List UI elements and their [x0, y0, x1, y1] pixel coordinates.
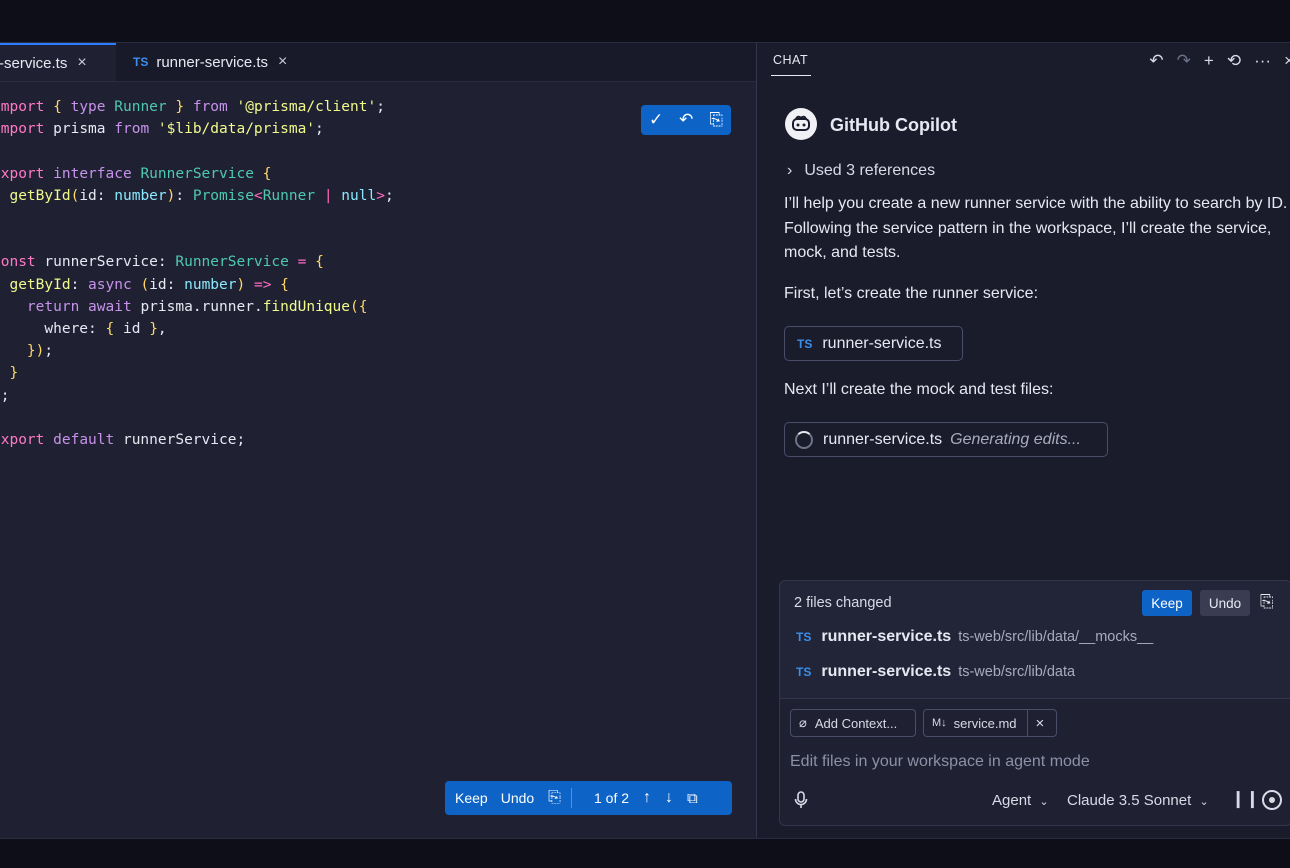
mode-dropdown[interactable]: Agent ⌄ — [992, 792, 1049, 809]
accept-icon[interactable]: ✓ — [649, 110, 663, 130]
add-context-button[interactable]: ⌀ Add Context... — [790, 709, 916, 737]
code-line[interactable]: const runnerService: RunnerService = { — [0, 251, 394, 273]
generating-file-chip[interactable]: runner-service.ts Generating edits... — [784, 422, 1108, 457]
undo-icon[interactable]: ↶ — [1149, 51, 1163, 71]
loading-spinner-icon — [795, 430, 813, 449]
typescript-icon: TS — [133, 55, 149, 69]
code-line[interactable]: } — [0, 362, 394, 384]
arrow-up-icon[interactable]: ↑ — [643, 789, 651, 807]
remove-context-icon[interactable]: × — [1036, 715, 1045, 732]
changed-file-row[interactable]: TS runner-service.ts ts-web/src/lib/data — [796, 663, 1075, 681]
tab-runner-service[interactable]: TS runner-service.ts × — [133, 43, 287, 81]
references-label: Used 3 references — [804, 162, 936, 179]
changed-file-name: runner-service.ts — [821, 628, 952, 645]
tab-underline — [771, 75, 811, 76]
chevron-down-icon: ⌄ — [1039, 796, 1049, 808]
paperclip-icon: ⌀ — [799, 715, 807, 730]
code-line[interactable]: export default runnerService; — [0, 429, 394, 451]
markdown-icon: M↓ — [932, 717, 947, 729]
code-line[interactable]: return await prisma.runner.findUnique({ — [0, 296, 394, 318]
chat-input-box: ⌀ Add Context... M↓ service.md × Edit fi… — [779, 698, 1290, 826]
changed-file-row[interactable]: TS runner-service.ts ts-web/src/lib/data… — [796, 628, 1153, 646]
file-chip[interactable]: TS runner-service.ts — [784, 326, 963, 361]
redo-icon[interactable]: ↷ — [1177, 51, 1191, 71]
new-chat-icon[interactable]: + — [1204, 51, 1214, 71]
changed-file-path: ts-web/src/lib/data/__mocks__ — [958, 629, 1154, 645]
undo-icon[interactable]: ↶ — [679, 110, 693, 130]
history-icon[interactable]: ⟲ — [1227, 51, 1241, 71]
code-line[interactable]: }; — [0, 385, 394, 407]
chevron-right-icon: › — [787, 162, 793, 179]
add-context-label: Add Context... — [814, 715, 898, 731]
chat-panel: CHAT ↶ ↷ + ⟲ ··· × GitHub Copilot › Used … — [757, 43, 1290, 838]
change-counter: 1 of 2 — [593, 790, 630, 806]
diff-icon[interactable]: ⎘ — [548, 789, 561, 807]
typescript-icon: TS — [797, 336, 813, 351]
separator — [570, 788, 572, 808]
microphone-icon[interactable] — [794, 791, 808, 814]
generating-status: Generating edits... — [950, 430, 1081, 448]
code-line[interactable]: getById(id: number): Promise<Runner | nu… — [0, 185, 393, 207]
file-chip-label: runner-service.ts — [822, 334, 942, 352]
typescript-icon: TS — [796, 665, 812, 679]
code-line[interactable]: import { type Runner } from '@prisma/cli… — [0, 96, 394, 118]
code-line[interactable]: where: { id }, — [0, 318, 394, 340]
code-line[interactable] — [0, 407, 394, 429]
keep-all-button[interactable]: Keep — [1142, 590, 1192, 616]
diff-icon[interactable]: ⎘ — [709, 110, 723, 130]
changed-file-name: runner-service.ts — [821, 663, 952, 680]
title-bar — [0, 0, 1290, 43]
code-line[interactable]: export interface RunnerService { — [0, 163, 394, 185]
code-line[interactable] — [0, 140, 394, 162]
inline-diff-actions: ✓ ↶ ⎘ — [641, 105, 731, 135]
context-file-label: service.md — [953, 715, 1017, 731]
code-editor[interactable]: import { type Runner } from '@prisma/cli… — [0, 96, 394, 451]
chevron-down-icon: ⌄ — [1199, 796, 1209, 808]
code-line[interactable]: import prisma from '$lib/data/prisma'; — [0, 118, 394, 140]
arrow-down-icon[interactable]: ↓ — [665, 789, 673, 807]
references-toggle[interactable]: › Used 3 references — [787, 162, 935, 180]
undo-all-button[interactable]: Undo — [1200, 590, 1250, 616]
code-line[interactable] — [0, 229, 394, 251]
copilot-icon — [785, 108, 817, 140]
changed-file-path: ts-web/src/lib/data — [958, 664, 1076, 680]
changed-files-panel: 2 files changed Keep Undo ⎘ TS runner-se… — [779, 580, 1290, 700]
tab-label: r-service.ts — [0, 54, 68, 72]
chat-input[interactable]: Edit files in your workspace in agent mo… — [790, 753, 1090, 771]
model-dropdown[interactable]: Claude 3.5 Sonnet ⌄ — [1067, 792, 1209, 809]
view-diff-icon[interactable]: ⎘ — [1260, 592, 1274, 612]
stop-icon[interactable] — [1262, 790, 1282, 810]
chat-tab[interactable]: CHAT — [773, 53, 808, 67]
assistant-message: First, let’s create the runner service: — [784, 285, 1039, 302]
more-icon[interactable]: ··· — [1254, 51, 1271, 71]
status-bar — [0, 838, 1290, 868]
open-diff-icon[interactable]: ⧉ — [687, 790, 698, 807]
separator — [1026, 709, 1028, 737]
mode-label: Agent — [992, 792, 1032, 809]
close-icon[interactable]: × — [77, 54, 86, 72]
close-icon[interactable]: × — [278, 53, 287, 71]
close-icon[interactable]: × — [1284, 51, 1290, 71]
undo-button[interactable]: Undo — [501, 790, 534, 806]
typescript-icon: TS — [796, 630, 812, 644]
code-line[interactable]: getById: async (id: number) => { — [0, 274, 394, 296]
code-line[interactable]: }); — [0, 340, 394, 362]
chat-toolbar: ↶ ↷ + ⟲ ··· × — [1149, 51, 1290, 71]
assistant-message: Next I’ll create the mock and test files… — [784, 381, 1054, 398]
context-file-chip[interactable]: M↓ service.md × — [923, 709, 1057, 737]
tab-label: runner-service.ts — [156, 53, 269, 71]
tab-runner-service-active[interactable]: r-service.ts × — [0, 43, 116, 81]
assistant-message: I’ll help you create a new runner servic… — [784, 195, 1288, 261]
diff-navigation-bar: Keep Undo ⎘ 1 of 2 ↑ ↓ ⧉ — [445, 781, 732, 815]
model-label: Claude 3.5 Sonnet — [1067, 792, 1192, 809]
code-line[interactable]: } — [0, 207, 394, 229]
keep-button[interactable]: Keep — [455, 790, 488, 806]
assistant-name: GitHub Copilot — [830, 115, 957, 135]
pause-icon[interactable]: ❙❙ — [1231, 789, 1260, 809]
file-chip-label: runner-service.ts — [823, 430, 943, 448]
editor-tabs: r-service.ts × TS runner-service.ts × — [0, 43, 756, 82]
editor-pane: r-service.ts × TS runner-service.ts × im… — [0, 43, 756, 838]
changed-files-title: 2 files changed — [794, 595, 892, 611]
